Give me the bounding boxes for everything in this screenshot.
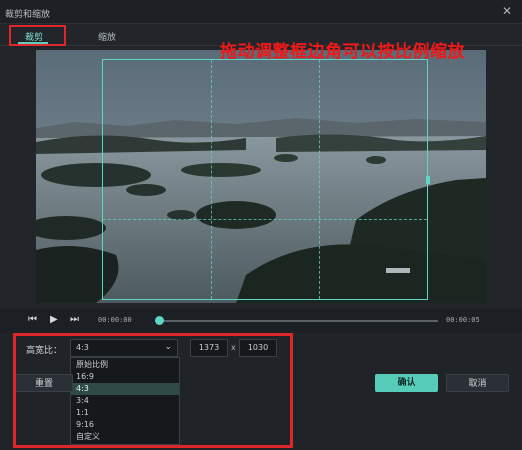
close-icon[interactable]: ✕ [500,4,514,18]
window-title: 裁剪和缩放 [5,10,51,20]
cancel-button[interactable]: 取消 [446,374,509,392]
highlight-box-settings [13,333,293,448]
playback-bar: ⏮ ▶ ⏭ 00:00:00 00:00:05 [0,309,522,333]
next-frame-icon[interactable]: ⏭ [70,314,79,325]
highlight-box-tab [9,25,66,46]
title-bar: 裁剪和缩放 ✕ [0,0,522,24]
play-icon[interactable]: ▶ [50,314,58,325]
crop-grid-line [210,60,212,299]
timeline-track[interactable] [160,320,438,322]
crop-grid-line [103,219,427,221]
crop-resize-handle[interactable] [426,176,430,184]
tab-zoom[interactable]: 缩放 [98,30,116,43]
crop-frame[interactable] [102,59,430,300]
annotation-text: 拖动调整框边角可以按比例缩放 [220,42,465,62]
crop-grid-line [318,60,320,299]
timeline-thumb[interactable] [155,316,164,325]
confirm-button[interactable]: 确认 [375,374,438,392]
total-time: 00:00:05 [446,316,480,324]
current-time: 00:00:00 [98,316,132,324]
prev-frame-icon[interactable]: ⏮ [28,314,37,325]
